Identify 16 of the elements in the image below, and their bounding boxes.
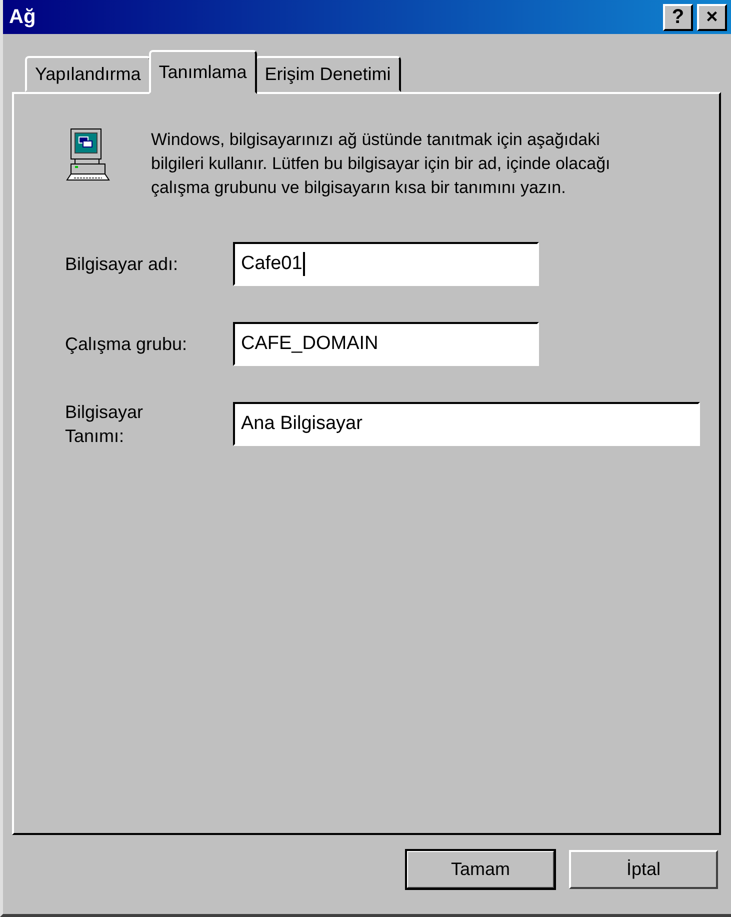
help-button[interactable]: ?	[663, 4, 693, 30]
field-label: Bilgisayar adı:	[65, 253, 180, 276]
field-label: Bilgisayar Tanımı:	[65, 401, 144, 448]
tab[interactable]: Tanımlama	[148, 50, 257, 94]
intro-text: Windows, bilgisayarınızı ağ üstünde tanıtmak için aşağıdaki bilgileri kullanır. Lütfen bu bilgisayar için bir ad, içinde olacağı çalışma grubunu ve bilgisayarın kısa bir tanımını yazın.	[151, 129, 612, 199]
input-field[interactable]: Cafe01	[233, 242, 539, 286]
cancel-button[interactable]: İptal	[569, 850, 718, 889]
tab[interactable]: Yapılandırma	[25, 56, 151, 92]
window-title: Ağ	[9, 6, 36, 28]
computer-icon	[65, 128, 111, 182]
tab[interactable]: Erişim Denetimi	[254, 56, 401, 92]
input-field[interactable]: CAFE_DOMAIN	[233, 322, 539, 366]
input-field[interactable]: Ana Bilgisayar	[233, 402, 700, 446]
field-label: Çalışma grubu:	[65, 333, 188, 356]
ok-button[interactable]: Tamam	[406, 850, 555, 889]
close-button[interactable]: ×	[697, 4, 727, 30]
